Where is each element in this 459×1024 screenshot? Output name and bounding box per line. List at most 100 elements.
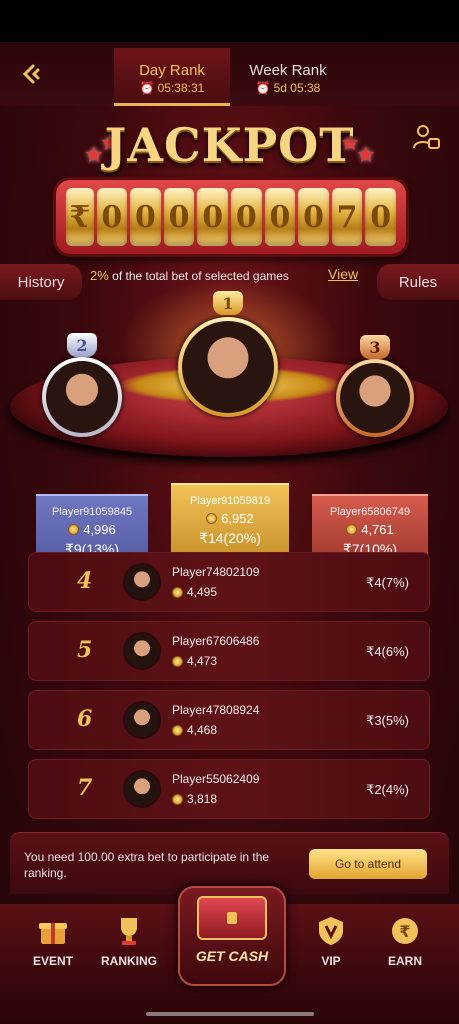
- player-name: Player47808924: [172, 703, 260, 717]
- rupee-coin-icon: ₹: [388, 914, 422, 948]
- status-bar-area: [0, 0, 459, 42]
- score-value: 4,495: [187, 585, 218, 599]
- nav-ranking[interactable]: RANKING: [94, 914, 164, 968]
- go-to-attend-button[interactable]: Go to attend: [309, 849, 427, 879]
- week-rank-timer-text: 5d 05:38: [273, 81, 321, 95]
- jackpot-digit: 0: [365, 188, 397, 246]
- podium-avatar-1[interactable]: 1: [178, 291, 278, 417]
- player-name: Player65806749: [329, 506, 411, 518]
- clock-icon: ⏰: [255, 81, 271, 95]
- back-button[interactable]: [16, 60, 44, 88]
- player-score: 4,761: [312, 522, 428, 537]
- get-cash-button[interactable]: GET CASH: [178, 886, 286, 986]
- nav-event[interactable]: EVENT: [18, 914, 88, 968]
- avatar: [340, 363, 410, 433]
- jackpot-currency: ₹: [66, 188, 94, 246]
- bottom-nav: EVENT RANKING GET CASH VIP ₹ EARN: [0, 886, 459, 1024]
- player-prize: ₹2(4%): [366, 782, 409, 797]
- rank-badge: 2: [76, 335, 88, 355]
- player-prize: ₹4(7%): [366, 575, 409, 590]
- nav-event-label: EVENT: [32, 954, 73, 968]
- score-value: 4,473: [187, 654, 218, 668]
- player-score: 6,952: [171, 511, 289, 526]
- tab-week-rank[interactable]: Week Rank ⏰ 5d 05:38: [230, 48, 346, 106]
- player-score: 3,818: [172, 792, 217, 806]
- jackpot-digit: 0: [130, 188, 161, 246]
- ranking-list: 4 Player74802109 4,495 ₹4(7%) 5 Player67…: [28, 552, 430, 828]
- score-value: 3,818: [187, 792, 218, 806]
- player-prize: ₹3(5%): [366, 713, 409, 728]
- get-cash-label: GET CASH: [195, 948, 269, 964]
- player-name: Player91059845: [51, 506, 133, 518]
- player-prize: ₹14(20%): [199, 530, 261, 546]
- jackpot-counter: ₹ 0 0 0 0 0 0 0 7 0: [56, 180, 406, 254]
- rank-number: 4: [77, 568, 93, 594]
- jackpot-digit: 0: [197, 188, 228, 246]
- podium-avatar-2[interactable]: 2: [42, 333, 122, 437]
- player-score: 4,495: [172, 585, 217, 599]
- my-rank-button[interactable]: [411, 122, 441, 152]
- score-value: 4,761: [361, 522, 394, 537]
- nav-earn-label: EARN: [387, 954, 422, 968]
- player-score: 4,996: [36, 522, 148, 537]
- header: Day Rank ⏰ 05:38:31 Week Rank ⏰ 5d 05:38: [0, 42, 459, 106]
- coin-icon: [172, 586, 183, 598]
- view-link[interactable]: View: [328, 266, 358, 282]
- score-value: 4,468: [187, 723, 218, 737]
- rank-number: 7: [77, 775, 93, 801]
- home-indicator[interactable]: [146, 1012, 314, 1016]
- coin-icon: [68, 524, 80, 535]
- nav-vip-label: VIP: [321, 954, 341, 968]
- player-score: 4,468: [172, 723, 217, 737]
- clock-icon: ⏰: [139, 81, 155, 95]
- nav-ranking-label: RANKING: [101, 954, 157, 968]
- ranking-screen: Day Rank ⏰ 05:38:31 Week Rank ⏰ 5d 05:38…: [0, 42, 459, 1024]
- avatar-ring: [178, 317, 278, 417]
- tab-day-rank[interactable]: Day Rank ⏰ 05:38:31: [114, 48, 230, 106]
- avatar-ring: [42, 357, 122, 437]
- player-name: Player67606486: [172, 634, 260, 648]
- avatar: [123, 701, 161, 739]
- attend-message: You need 100.00 extra bet to participate…: [24, 850, 270, 880]
- rank-badge: 3: [369, 337, 381, 357]
- score-value: 6,952: [221, 511, 254, 526]
- podium: 2 1 3 Player91059845 4,996 ₹9(13%) Playe…: [0, 277, 459, 587]
- jackpot-title: JACKPOT: [104, 118, 355, 172]
- rules-button[interactable]: Rules: [377, 264, 459, 300]
- jackpot-digit: 0: [298, 188, 329, 246]
- day-rank-timer-text: 05:38:31: [157, 81, 205, 95]
- user-badge-icon: [413, 125, 440, 149]
- list-item[interactable]: 7 Player55062409 3,818 ₹2(4%): [28, 759, 430, 819]
- tab-day-rank-timer: ⏰ 05:38:31: [114, 81, 230, 95]
- list-item[interactable]: 4 Player74802109 4,495 ₹4(7%): [28, 552, 430, 612]
- jackpot-digit: 0: [230, 188, 262, 246]
- coin-icon: [206, 513, 218, 524]
- history-button[interactable]: History: [0, 264, 82, 300]
- jackpot-digit: 0: [96, 188, 128, 246]
- player-name: Player74802109: [172, 565, 260, 579]
- rank-number: 5: [77, 637, 93, 663]
- nav-vip[interactable]: VIP: [296, 914, 366, 968]
- player-score: 4,473: [172, 654, 217, 668]
- trophy-icon: [112, 914, 146, 948]
- score-value: 4,996: [83, 522, 116, 537]
- tab-week-rank-timer: ⏰ 5d 05:38: [230, 81, 346, 95]
- tab-day-rank-label: Day Rank: [139, 62, 205, 79]
- avatar: [123, 632, 161, 670]
- player-name: Player91059819: [189, 495, 271, 507]
- podium-avatar-3[interactable]: 3: [336, 335, 414, 437]
- nav-earn[interactable]: ₹ EARN: [370, 914, 440, 968]
- gift-icon: [36, 914, 70, 948]
- jackpot-digit: 0: [163, 188, 195, 246]
- avatar: [123, 563, 161, 601]
- back-arrow-icon: [22, 64, 40, 84]
- jackpot-digit: 0: [264, 188, 296, 246]
- svg-text:₹: ₹: [399, 922, 410, 941]
- list-item[interactable]: 5 Player67606486 4,473 ₹4(6%): [28, 621, 430, 681]
- coin-icon: [346, 524, 358, 535]
- jackpot-digit: 7: [331, 188, 363, 246]
- rank-number: 6: [77, 706, 93, 732]
- coin-icon: [172, 655, 183, 667]
- list-item[interactable]: 6 Player47808924 4,468 ₹3(5%): [28, 690, 430, 750]
- crown-icon: 2: [67, 333, 97, 357]
